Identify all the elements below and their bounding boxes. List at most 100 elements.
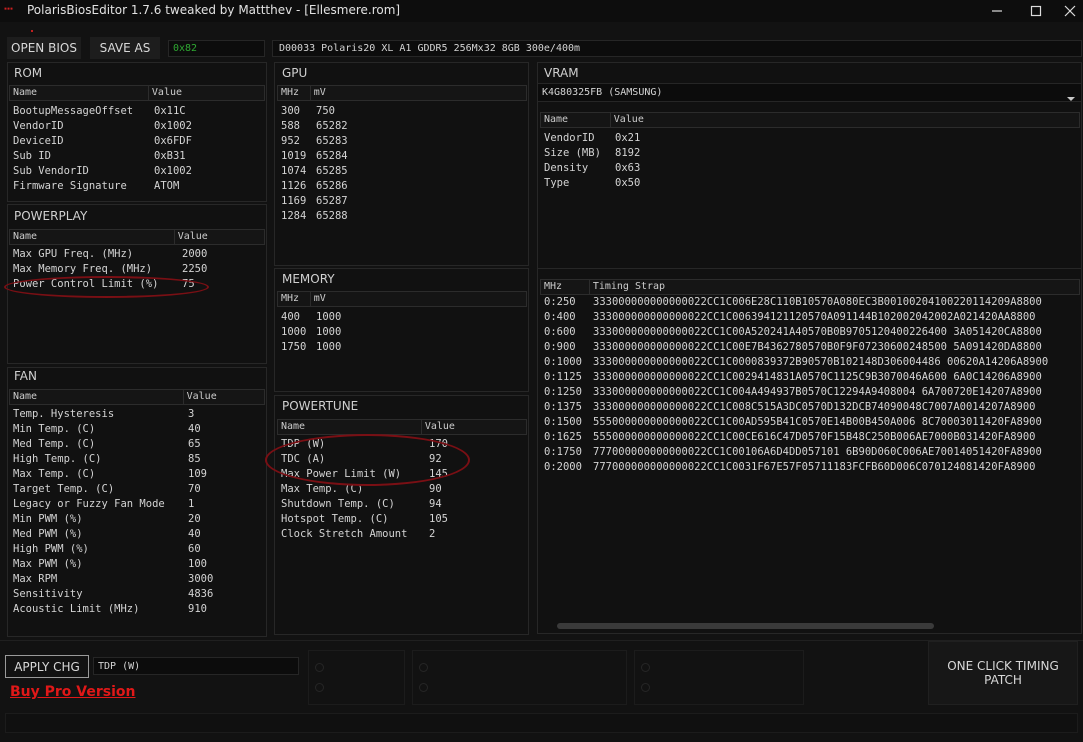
fan-cell-value[interactable]: 20 [188, 513, 201, 525]
timing-horizontal-scrollbar[interactable] [557, 623, 934, 629]
gpu-cell-value[interactable]: 65285 [316, 165, 348, 177]
radio-option[interactable] [419, 663, 428, 672]
memory-cell-value[interactable]: 1000 [316, 341, 341, 353]
gpu-cell-value[interactable]: 65282 [316, 120, 348, 132]
memory-header-mhz: MHz [278, 292, 311, 306]
status-bar [5, 713, 1078, 733]
minimize-button[interactable] [975, 0, 1019, 22]
vram-cell-value[interactable]: 8192 [615, 147, 640, 159]
powerplay-cell-value[interactable]: 2000 [182, 248, 207, 260]
buy-pro-link[interactable]: Buy Pro Version [10, 684, 135, 700]
powertune-cell-name: Shutdown Temp. (C) [281, 498, 395, 510]
rom-cell-value[interactable]: 0x1002 [154, 165, 192, 177]
timing-mhz: 0:1625 [544, 431, 582, 443]
fan-cell-value[interactable]: 3000 [188, 573, 213, 585]
radio-option[interactable] [641, 663, 650, 672]
gpu-cell-name: 1126 [281, 180, 307, 192]
gpu-cell-value[interactable]: 65286 [316, 180, 348, 192]
fan-cell-value[interactable]: 60 [188, 543, 201, 555]
open-bios-button[interactable]: OPEN BIOS [7, 37, 81, 59]
timing-strap[interactable]: 555000000000000022CC1C00CE616C47D0570F15… [593, 431, 1036, 443]
timing-strap[interactable]: 333000000000000022CC1C0029414831A0570C11… [593, 371, 1042, 383]
timing-strap[interactable]: 333000000000000022CC1C006E28C110B10570A0… [593, 296, 1042, 308]
fan-cell-value[interactable]: 40 [188, 528, 201, 540]
gpu-cell-value[interactable]: 750 [316, 105, 335, 117]
fan-cell-value[interactable]: 85 [188, 453, 201, 465]
powerplay-table-header: Name Value [9, 229, 265, 245]
gpu-cell-value[interactable]: 65288 [316, 210, 348, 222]
vram-header-name: Name [541, 113, 611, 127]
timing-strap[interactable]: 333000000000000022CC1C00E7B4362780570B0F… [593, 341, 1042, 353]
power-control-limit-highlight [4, 276, 209, 298]
powertune-cell-value[interactable]: 90 [429, 483, 442, 495]
powertune-header-value: Value [424, 421, 455, 432]
rom-cell-name: BootupMessageOffset [13, 105, 134, 117]
fan-header-value: Value [186, 391, 217, 402]
save-as-button[interactable]: SAVE AS [90, 37, 160, 59]
memory-cell-value[interactable]: 1000 [316, 311, 341, 323]
radio-option[interactable] [419, 683, 428, 692]
timing-strap[interactable]: 333000000000000022CC1C00A520241A40570B0B… [593, 326, 1042, 338]
timing-strap[interactable]: 333000000000000022CC1C008C515A3DC0570D13… [593, 401, 1036, 413]
chevron-down-icon[interactable] [1066, 88, 1076, 101]
gpu-title: GPU [282, 66, 308, 80]
fan-cell-name: High PWM (%) [13, 543, 89, 555]
timing-strap[interactable]: 777000000000000022CC1C0031F67E57F0571118… [593, 461, 1036, 473]
timing-mhz: 0:1750 [544, 446, 582, 458]
gpu-cell-value[interactable]: 65287 [316, 195, 348, 207]
selected-field-input[interactable]: TDP (W) [93, 657, 299, 675]
gpu-cell-value[interactable]: 65283 [316, 135, 348, 147]
apply-changes-button[interactable]: APPLY CHG [5, 655, 89, 678]
vram-cell-value[interactable]: 0x63 [615, 162, 640, 174]
maximize-button[interactable] [1014, 0, 1058, 22]
option-group-2 [412, 650, 627, 705]
vram-cell-value[interactable]: 0x50 [615, 177, 640, 189]
vram-cell-value[interactable]: 0x21 [615, 132, 640, 144]
powertune-cell-value[interactable]: 94 [429, 498, 442, 510]
fan-cell-value[interactable]: 100 [188, 558, 207, 570]
vram-cell-name: Size (MB) [544, 147, 601, 159]
rom-cell-value[interactable]: 0xB31 [154, 150, 186, 162]
fan-cell-value[interactable]: 1 [188, 498, 194, 510]
fan-cell-value[interactable]: 4836 [188, 588, 213, 600]
fan-cell-value[interactable]: 109 [188, 468, 207, 480]
powerplay-cell-value[interactable]: 2250 [182, 263, 207, 275]
one-click-timing-patch-button[interactable]: ONE CLICK TIMING PATCH [928, 641, 1078, 705]
fan-cell-value[interactable]: 40 [188, 423, 201, 435]
vram-divider [537, 268, 1082, 269]
fan-cell-name: Med Temp. (C) [13, 438, 96, 450]
timing-strap[interactable]: 333000000000000022CC1C006394121120570A09… [593, 311, 1036, 323]
rom-cell-value[interactable]: 0x6FDF [154, 135, 192, 147]
gpu-cell-value[interactable]: 65284 [316, 150, 348, 162]
rom-cell-value[interactable]: 0x11C [154, 105, 186, 117]
rom-table-header: Name Value [9, 85, 265, 101]
timing-strap[interactable]: 555000000000000022CC1C00AD595B41C0570E14… [593, 416, 1042, 428]
fan-cell-value[interactable]: 910 [188, 603, 207, 615]
fan-cell-name: Temp. Hysteresis [13, 408, 115, 420]
powertune-limits-highlight [265, 434, 470, 486]
powertune-cell-name: Clock Stretch Amount [281, 528, 408, 540]
timing-mhz: 0:2000 [544, 461, 582, 473]
vram-table-header: Name Value [540, 112, 1080, 128]
rom-cell-value[interactable]: 0x1002 [154, 120, 192, 132]
fan-cell-value[interactable]: 70 [188, 483, 201, 495]
timing-strap[interactable]: 333000000000000022CC1C0000839372B90570B1… [593, 356, 1048, 368]
radio-option[interactable] [315, 683, 324, 692]
close-button[interactable] [1056, 0, 1083, 22]
fan-cell-name: Min PWM (%) [13, 513, 83, 525]
vram-select[interactable]: K4G80325FB (SAMSUNG) [537, 83, 1082, 102]
fan-cell-value[interactable]: 65 [188, 438, 201, 450]
memory-cell-value[interactable]: 1000 [316, 326, 341, 338]
gpu-cell-name: 588 [281, 120, 300, 132]
rom-cell-value[interactable]: ATOM [154, 180, 179, 192]
timing-mhz: 0:1125 [544, 371, 582, 383]
radio-option[interactable] [641, 683, 650, 692]
timing-strap[interactable]: 777000000000000022CC1C00106A6D4DD057101 … [593, 446, 1042, 458]
powertune-cell-value[interactable]: 2 [429, 528, 435, 540]
radio-option[interactable] [315, 663, 324, 672]
memory-table-header: MHz mV [277, 291, 527, 307]
fan-cell-value[interactable]: 3 [188, 408, 194, 420]
powertune-cell-value[interactable]: 105 [429, 513, 448, 525]
timing-strap[interactable]: 333000000000000022CC1C004A494937B0570C12… [593, 386, 1042, 398]
gpu-cell-name: 1019 [281, 150, 307, 162]
